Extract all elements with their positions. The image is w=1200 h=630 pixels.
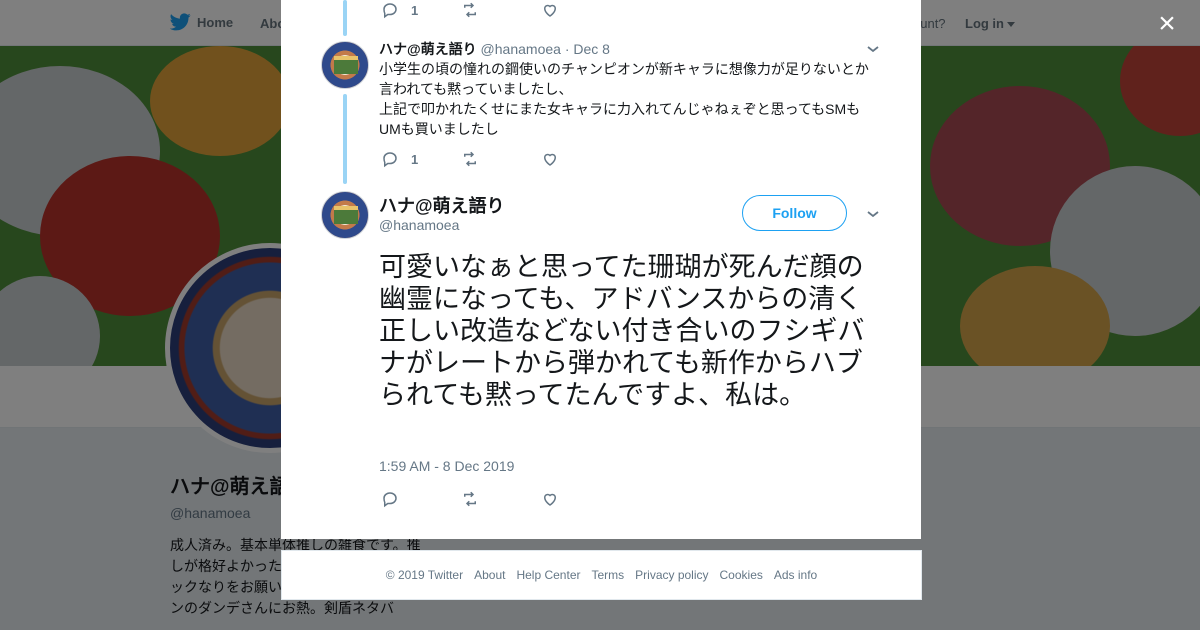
reply-author-handle[interactable]: @hanamoea (481, 41, 561, 57)
footer-links: © 2019 Twitter About Help Center Terms P… (386, 568, 817, 582)
reply-button[interactable]: 1 (381, 150, 461, 168)
thread-line (343, 0, 347, 36)
reply-icon (383, 492, 397, 508)
reply-button[interactable] (381, 490, 461, 508)
retweet-icon (464, 491, 476, 507)
reply-icon (383, 152, 397, 168)
like-button[interactable] (541, 150, 621, 168)
footer-copyright: © 2019 Twitter (385, 568, 464, 582)
footer-link-about[interactable]: About (474, 568, 505, 582)
reply-author-avatar[interactable] (321, 41, 369, 89)
retweet-button[interactable] (461, 150, 541, 168)
like-button[interactable] (541, 1, 621, 19)
main-author-avatar[interactable] (321, 191, 369, 239)
retweet-button[interactable] (461, 490, 541, 508)
reply-tweet-actions: 1 (381, 150, 621, 168)
modal-footer: © 2019 Twitter About Help Center Terms P… (281, 550, 922, 600)
reply-author-name[interactable]: ハナ@萌え語り (379, 41, 477, 57)
main-author-handle[interactable]: @hanamoea (379, 217, 459, 233)
like-icon (543, 153, 557, 166)
footer-link-cookies[interactable]: Cookies (720, 568, 763, 582)
chevron-down-icon[interactable] (865, 206, 881, 222)
close-icon[interactable]: × (1152, 9, 1182, 40)
reply-tweet-header: ハナ@萌え語り @hanamoea · Dec 8 (379, 39, 610, 59)
reply-count: 1 (411, 151, 419, 167)
reply-text-line: 小学生の頃の憧れの鋼使いのチャンピオンが新キャラに想像力が足りないとか (379, 61, 869, 77)
reply-button[interactable]: 1 (381, 1, 461, 19)
reply-count: 1 (411, 2, 419, 18)
like-icon (543, 4, 557, 17)
main-author-name[interactable]: ハナ@萌え語り (379, 192, 505, 218)
retweet-icon (464, 151, 476, 167)
follow-button[interactable]: Follow (742, 195, 847, 231)
reply-icon (383, 3, 397, 19)
footer-link-terms[interactable]: Terms (591, 568, 624, 582)
previous-tweet-actions: 1 (381, 1, 621, 19)
thread-line (343, 94, 347, 184)
retweet-icon (464, 2, 476, 18)
footer-link-privacy-policy[interactable]: Privacy policy (635, 568, 708, 582)
footer-link-ads-info[interactable]: Ads info (774, 568, 817, 582)
tweet-permalink-modal: 1 ハナ@萌え語り @hanamoea · Dec 8 小学生の頃の憧れの鋼使い… (281, 0, 921, 539)
reply-text-line: UMも買いましたし (379, 121, 499, 137)
reply-tweet-text: 小学生の頃の憧れの鋼使いのチャンピオンが新キャラに想像力が足りないとか 言われて… (379, 59, 879, 139)
like-button[interactable] (541, 490, 621, 508)
reply-tweet-date[interactable]: · Dec 8 (565, 41, 610, 57)
reply-text-line: 上記で叩かれたくせにまた女キャラに力入れてんじゃねぇぞと思ってもSMも (379, 101, 861, 117)
main-tweet-actions (381, 490, 621, 508)
main-tweet-timestamp[interactable]: 1:59 AM - 8 Dec 2019 (379, 458, 514, 474)
avatar-art (334, 206, 358, 224)
main-tweet-text: 可愛いなぁと思ってた珊瑚が死んだ顔の幽霊になっても、アドバンスからの清く正しい改… (379, 252, 865, 411)
footer-link-help-center[interactable]: Help Center (516, 568, 580, 582)
like-icon (543, 493, 557, 506)
reply-text-line: 言われても黙っていましたし、 (379, 81, 573, 97)
chevron-down-icon[interactable] (865, 41, 881, 57)
avatar-art (334, 56, 358, 74)
retweet-button[interactable] (461, 1, 541, 19)
